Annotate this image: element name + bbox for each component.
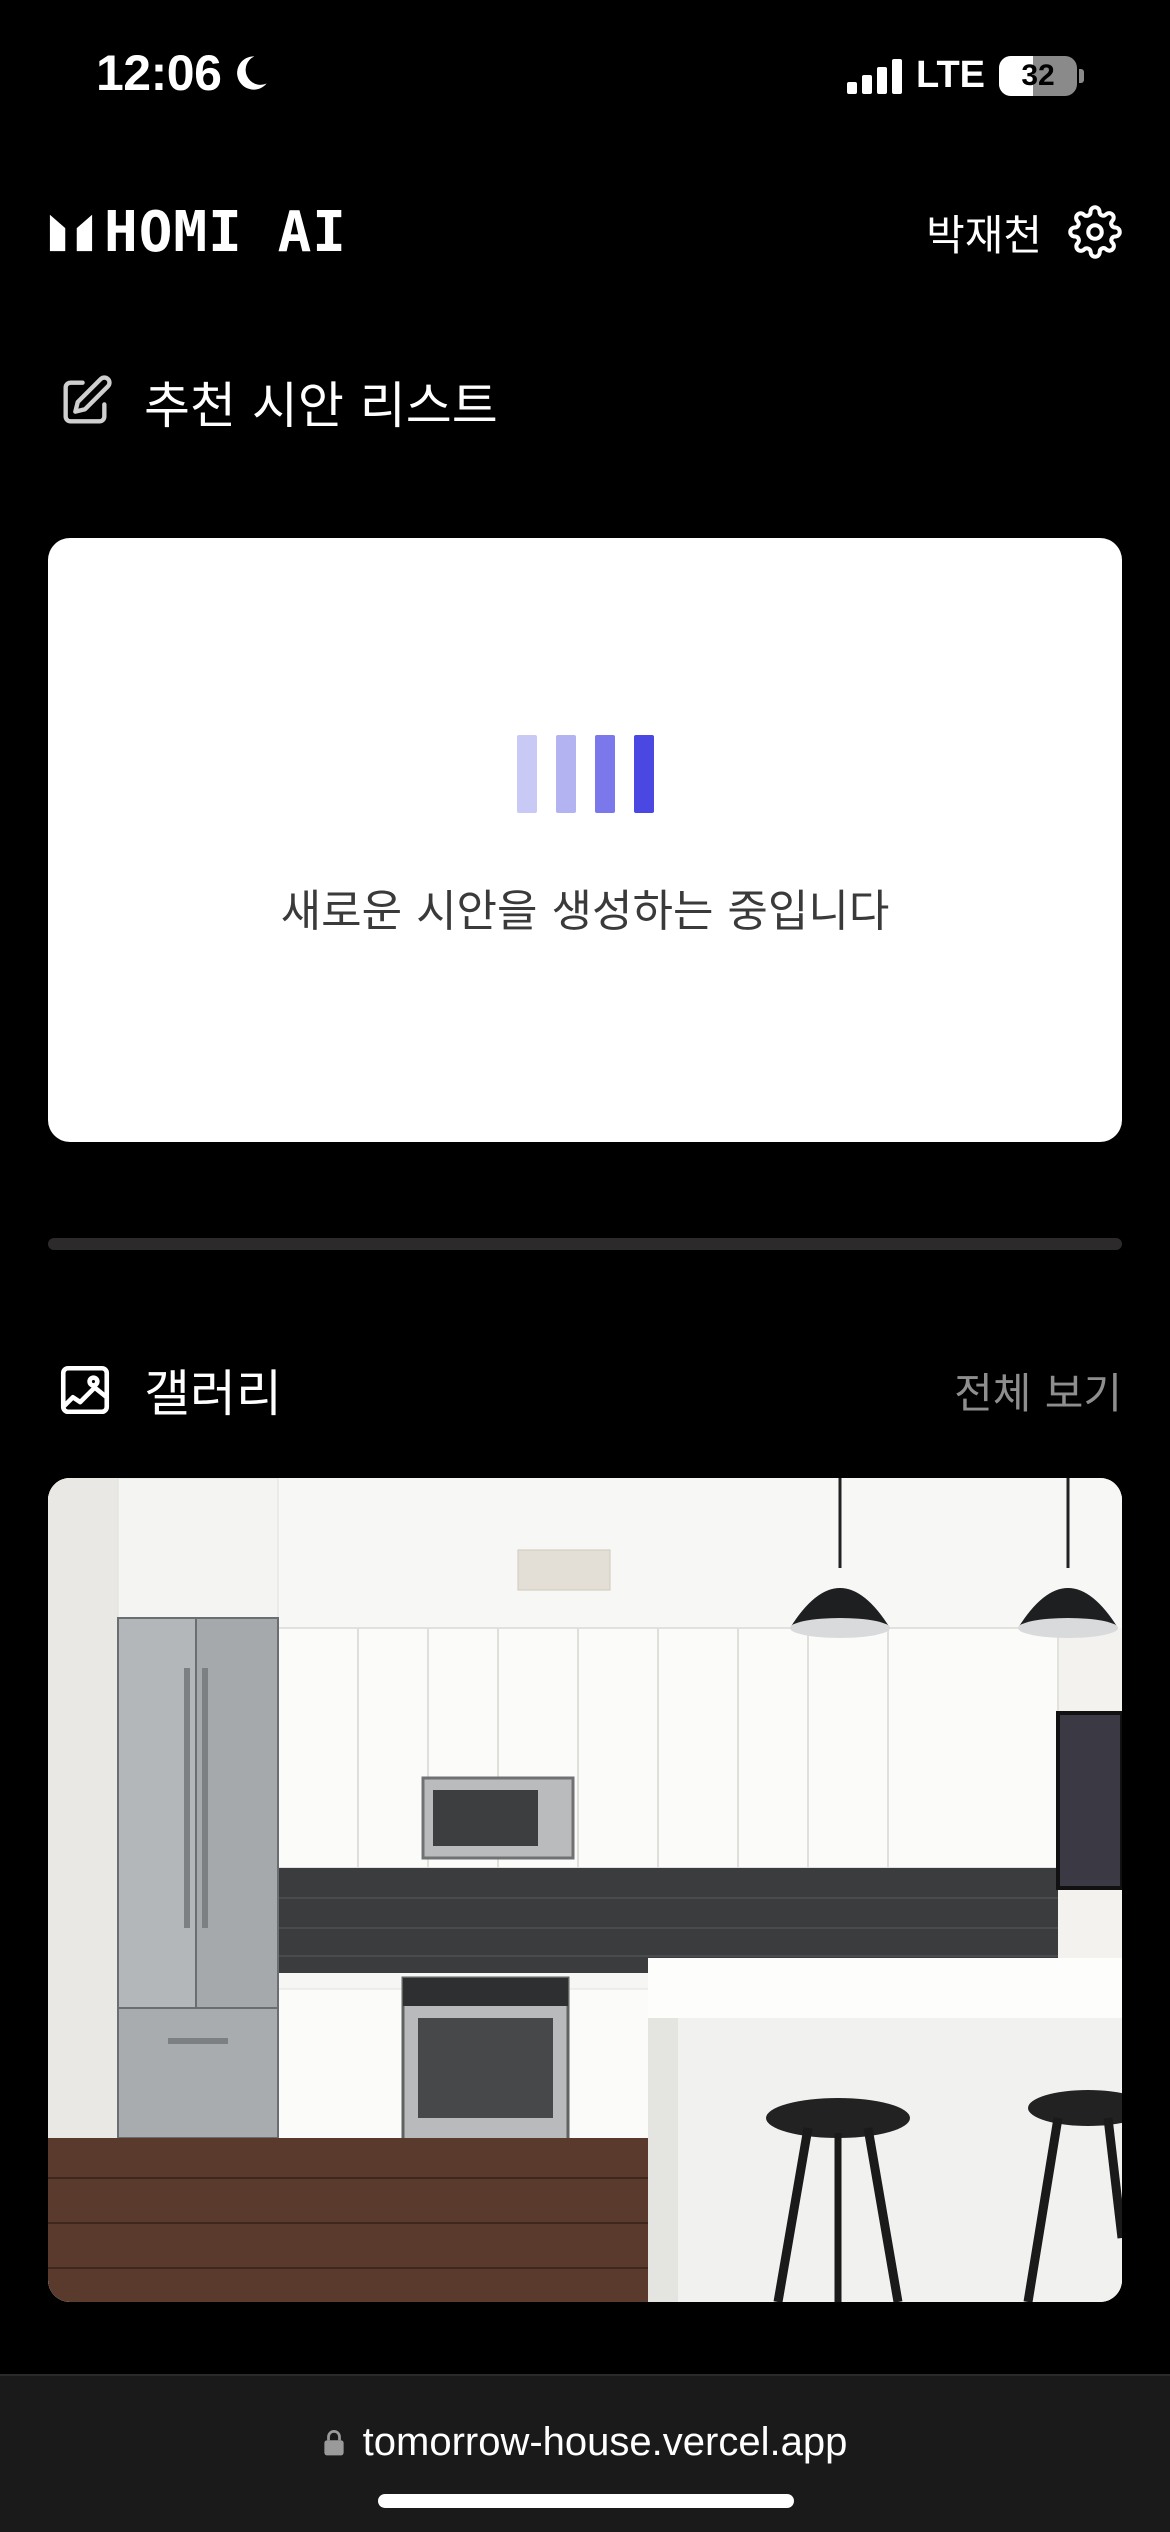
address-bar[interactable]: tomorrow-house.vercel.app (0, 2420, 1170, 2465)
signal-icon (847, 58, 903, 94)
moon-icon (237, 56, 268, 90)
loading-text: 새로운 시안을 생성하는 중입니다 (280, 886, 890, 937)
logo[interactable]: HOMI AI (48, 200, 347, 265)
battery-level: 32 (1021, 58, 1055, 92)
user-name[interactable]: 박재천 (926, 202, 1042, 263)
view-all-link[interactable]: 전체 보기 (954, 1360, 1122, 1421)
section-divider (48, 1238, 1122, 1250)
lock-icon (324, 2429, 344, 2455)
logo-mark-icon (49, 214, 93, 252)
image-icon (60, 1365, 110, 1415)
loader-bar (633, 735, 654, 813)
loading-indicator (516, 735, 654, 813)
kitchen-photo (48, 1478, 1122, 2302)
status-time: 12:06 (96, 44, 271, 102)
logo-text: HOMI AI (104, 199, 348, 265)
edit-icon (63, 375, 112, 424)
url-text: tomorrow-house.vercel.app (362, 2420, 848, 2464)
battery-icon: 32 (999, 55, 1084, 96)
loading-card: 새로운 시안을 생성하는 중입니다 (48, 538, 1122, 1142)
status-indicators: LTE 32 (847, 54, 1084, 97)
browser-bar: tomorrow-house.vercel.app (0, 2374, 1170, 2532)
status-bar: 12:06 LTE 32 (0, 0, 1170, 150)
gallery-heading: 갤러리 전체 보기 (56, 1354, 1122, 1426)
header-actions: 박재천 (926, 202, 1122, 263)
home-indicator[interactable] (378, 2494, 794, 2508)
app-header: HOMI AI 박재천 (48, 196, 1122, 268)
gallery-image[interactable] (48, 1478, 1122, 2302)
recommend-heading: 추천 시안 리스트 (56, 366, 498, 438)
gallery-title: 갤러리 (144, 1365, 282, 1423)
loader-bar (594, 735, 615, 813)
loader-bar (555, 735, 576, 813)
network-label: LTE (916, 54, 985, 96)
gear-icon[interactable] (1068, 205, 1122, 259)
status-time-text: 12:06 (96, 45, 222, 101)
recommend-title: 추천 시안 리스트 (144, 377, 498, 435)
loader-bar (516, 735, 537, 813)
